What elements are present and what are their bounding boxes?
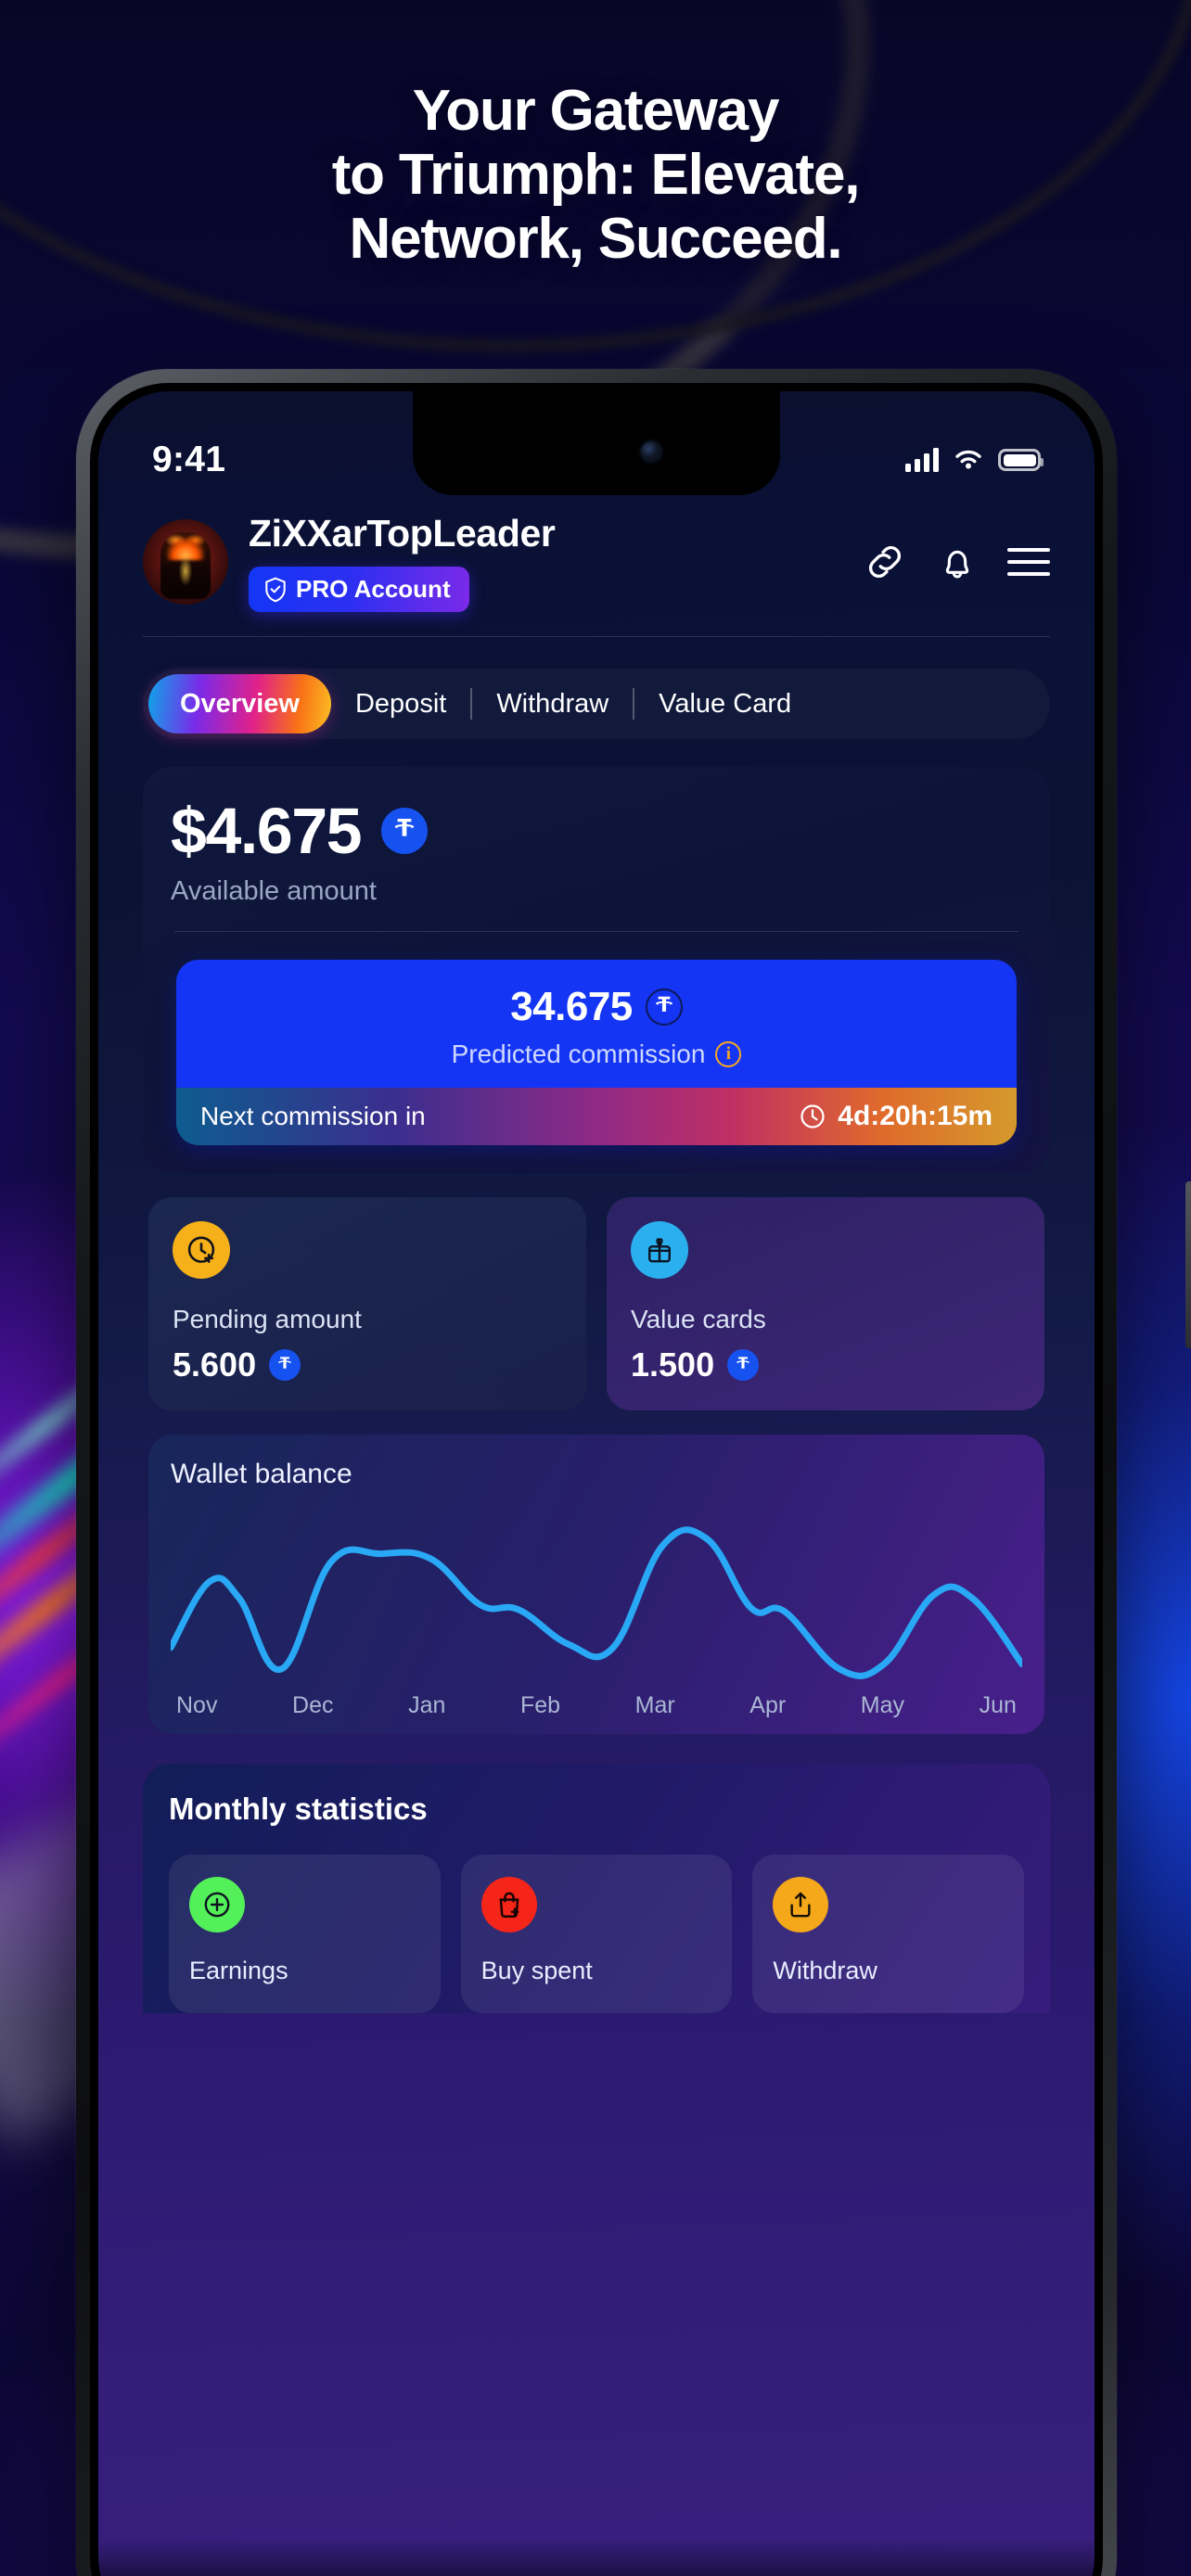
chart-tick-label: May [860,1692,905,1718]
commission-value-row: 34.675 [176,984,1017,1030]
phone-mockup: 9:41 ZiXXarTopLeader PRO Account Overvie… [76,369,1191,2576]
next-commission-label: Next commission in [200,1102,426,1130]
pending-clock-plus-icon [173,1221,230,1279]
stat-cards-row: Pending amount 5.600 Value cards 1.500 [148,1197,1044,1410]
clock-icon [800,1104,825,1129]
gift-icon [631,1221,688,1279]
cellular-signal-icon [905,448,939,472]
tab-deposit[interactable]: Deposit [331,674,470,733]
bell-icon[interactable] [935,540,980,584]
monthly-card-label: Withdraw [773,1957,877,1984]
chart-tick-label: Apr [749,1692,787,1718]
next-commission-bar: Next commission in 4d:20h:15m [176,1088,1017,1145]
phone-power-button[interactable] [1185,1181,1191,1348]
chart-title: Wallet balance [171,1459,352,1489]
user-name-block: ZiXXarTopLeader PRO Account [249,512,835,612]
headline-line-1: Your Gateway [412,79,780,143]
tab-bar: Overview Deposit Withdraw Value Card [143,669,1050,739]
status-badge[interactable]: PRO Account [249,567,469,612]
monthly-card-buy-spent[interactable]: Buy spent [460,1855,733,2013]
shield-check-icon [265,577,286,602]
commission-label-row: Predicted commission i [176,1039,1017,1069]
monthly-statistics-cards: Earnings Buy spent Withdraw [169,1855,1025,2013]
withdraw-upload-icon [773,1877,829,1932]
monthly-card-label: Buy spent [480,1957,593,1984]
balance-row: $4.675 [171,798,1022,863]
status-bar-clock: 9:41 [152,440,226,479]
usdt-tether-icon [381,808,429,854]
available-balance-value: $4.675 [171,795,363,867]
tab-overview[interactable]: Overview [148,674,331,733]
stat-card-value: 5.600 [173,1345,257,1384]
stat-card-value-cards[interactable]: Value cards 1.500 [607,1197,1044,1410]
monthly-statistics-section: Monthly statistics Earnings Buy spent Wi… [143,1764,1050,2013]
app-content: ZiXXarTopLeader PRO Account Overview Dep… [98,495,1095,2576]
header-action-icons [863,540,1050,584]
chart-plot-area [171,1499,1022,1687]
stat-card-label: Value cards [631,1305,766,1333]
status-badge-label: PRO Account [296,575,451,603]
avatar-flame [167,538,204,561]
balance-card: $4.675 Available amount 34.675 Predicted… [143,767,1050,1173]
hamburger-menu-icon[interactable] [1007,540,1050,584]
header-divider [143,636,1050,637]
balance-divider [174,931,1018,932]
tab-withdraw[interactable]: Withdraw [472,674,633,733]
usdt-tether-icon [645,988,683,1026]
plus-circle-icon [189,1877,245,1932]
avatar[interactable] [143,519,228,605]
next-commission-time: 4d:20h:15m [838,1101,992,1131]
monthly-card-withdraw[interactable]: Withdraw [752,1855,1025,2013]
stat-card-label: Pending amount [173,1305,362,1333]
stat-card-value: 1.500 [631,1345,715,1384]
commission-value: 34.675 [510,984,633,1029]
usdt-tether-icon [269,1349,301,1381]
chart-x-axis-labels: Nov Dec Jan Feb Mar Apr May Jun [171,1692,1022,1719]
phone-notch [413,391,780,495]
link-icon[interactable] [863,540,907,584]
usdt-tether-icon [727,1349,760,1381]
monthly-card-earnings[interactable]: Earnings [169,1855,441,2013]
front-camera [641,441,661,462]
shopping-bag-plus-icon [480,1877,537,1932]
chart-tick-label: Jun [979,1692,1017,1718]
predicted-commission-card[interactable]: 34.675 Predicted commission i Next commi… [176,960,1017,1145]
headline-line-3: Network, Succeed. [349,206,843,271]
chart-tick-label: Nov [176,1692,218,1718]
poster-headline: Your Gateway to Triumph: Elevate, Networ… [0,79,1191,271]
stat-card-value-row: 5.600 [173,1345,562,1384]
phone-bezel: 9:41 ZiXXarTopLeader PRO Account Overvie… [90,383,1103,2576]
available-amount-label: Available amount [171,876,377,906]
status-bar-icons [905,448,1044,472]
chart-tick-label: Jan [408,1692,446,1718]
phone-screen: 9:41 ZiXXarTopLeader PRO Account Overvie… [98,391,1095,2576]
chart-tick-label: Mar [634,1692,675,1718]
page-title: ZiXXarTopLeader [249,512,556,555]
info-circle-icon[interactable]: i [715,1041,742,1067]
next-commission-time-row: 4d:20h:15m [799,1101,992,1132]
chart-tick-label: Dec [292,1692,334,1718]
tab-value-card[interactable]: Value Card [634,674,815,733]
stat-card-value-row: 1.500 [631,1345,1020,1384]
monthly-statistics-title: Monthly statistics [169,1792,428,1826]
wallet-balance-chart-card: Wallet balance Nov Dec Jan Feb Mar Apr M… [148,1435,1044,1734]
commission-label: Predicted commission [451,1039,706,1068]
commission-top: 34.675 Predicted commission i [176,960,1017,1088]
monthly-card-label: Earnings [189,1957,288,1984]
headline-line-2: to Triumph: Elevate, [331,142,861,207]
wifi-icon [955,450,981,469]
stat-card-pending-amount[interactable]: Pending amount 5.600 [148,1197,586,1410]
chart-tick-label: Feb [519,1692,561,1718]
wallet-balance-line [171,1499,1022,1687]
battery-icon [998,449,1044,471]
app-header: ZiXXarTopLeader PRO Account [143,495,1050,612]
